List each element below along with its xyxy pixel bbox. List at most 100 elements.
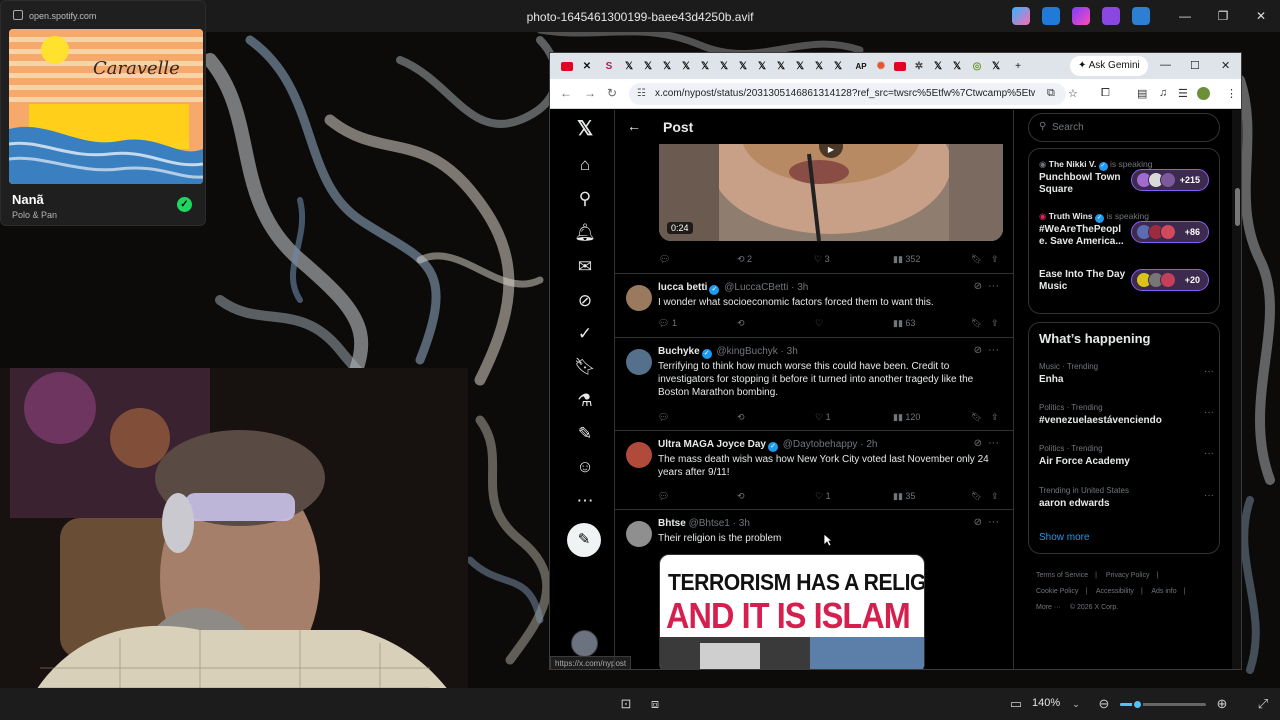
tab-x-12[interactable]: 𝕏: [829, 57, 847, 75]
more-icon[interactable]: ···: [988, 344, 999, 356]
retweet-icon[interactable]: ⟲: [737, 412, 745, 423]
profile-avatar[interactable]: [1197, 87, 1210, 100]
site-settings-icon[interactable]: [13, 10, 23, 20]
trend-more-icon[interactable]: ···: [1204, 448, 1214, 459]
tab-youtube[interactable]: [558, 57, 576, 75]
share-icon[interactable]: ⇪: [991, 412, 999, 423]
views-button[interactable]: ▮▮ 63: [893, 318, 915, 329]
close-icon[interactable]: ✕: [1242, 0, 1280, 32]
tab-ap[interactable]: AP: [852, 57, 870, 75]
tab-x-4[interactable]: 𝕏: [677, 57, 695, 75]
home-icon[interactable]: ⌂: [574, 154, 596, 176]
tweet-time[interactable]: · 3h: [791, 282, 808, 293]
url-text[interactable]: x.com/nypost/status/2031305146861314128?…: [655, 88, 1035, 99]
designer-icon[interactable]: [1102, 7, 1120, 25]
zoom-in-icon[interactable]: ⊕: [1215, 697, 1229, 711]
crop-icon[interactable]: ⧈: [648, 697, 662, 711]
author-handle[interactable]: @Daytobehappy: [783, 439, 858, 450]
tab-close-icon[interactable]: ✕: [578, 57, 596, 75]
like-button[interactable]: ♡ 3: [814, 254, 830, 265]
reply-tweet[interactable]: Buchyke ✓ @kingBuchyk · 3h ⊘ ··· Terrifyi…: [615, 337, 1013, 430]
zoom-slider-knob[interactable]: [1132, 699, 1143, 710]
retweet-icon[interactable]: ⟲: [737, 491, 745, 502]
bookmark-icon[interactable]: 🔖︎: [971, 318, 982, 329]
author-handle[interactable]: @Bhtse1: [689, 518, 730, 529]
footer-link[interactable]: More ···: [1036, 604, 1061, 611]
grok-icon[interactable]: ⊘: [974, 438, 982, 449]
avatar[interactable]: [626, 349, 652, 375]
zoom-dropdown-icon[interactable]: ⌄: [1069, 697, 1083, 711]
song-artist[interactable]: Polo & Pan: [12, 210, 57, 220]
queue-icon[interactable]: ☰: [1178, 87, 1188, 100]
reply-tweet[interactable]: Ultra MAGA Joyce Day ✓ @Daytobehappy · 2h…: [615, 430, 1013, 509]
more-icon[interactable]: ···: [988, 280, 999, 292]
bookmark-icon[interactable]: 🔖︎: [971, 412, 982, 423]
grok-icon[interactable]: ⊘: [974, 281, 982, 292]
x-logo-icon[interactable]: 𝕏: [574, 118, 596, 140]
clipchamp-icon[interactable]: [1072, 7, 1090, 25]
tab-x-14[interactable]: 𝕏: [948, 57, 966, 75]
trend-more-icon[interactable]: ···: [1204, 366, 1214, 377]
retweet-icon[interactable]: ⟲: [737, 318, 745, 329]
author-name[interactable]: Bhtse: [658, 518, 686, 529]
share-icon[interactable]: ⇪: [991, 318, 999, 329]
author-name[interactable]: lucca betti: [658, 282, 707, 293]
footer-link[interactable]: Accessibility: [1096, 588, 1134, 595]
author-handle[interactable]: @LuccaCBetti: [724, 282, 788, 293]
tab-x-3[interactable]: 𝕏: [658, 57, 676, 75]
compose-post-button[interactable]: ✎: [567, 523, 601, 557]
page-scrollbar[interactable]: [1232, 110, 1241, 669]
bookmark-icon[interactable]: 🔖︎: [971, 254, 982, 265]
grok-icon[interactable]: ⊘: [974, 517, 982, 528]
browser-menu-icon[interactable]: ⋮: [1226, 87, 1237, 100]
browser-close-icon[interactable]: ✕: [1221, 59, 1230, 72]
tab-s[interactable]: S: [600, 57, 618, 75]
tab-gear[interactable]: ✲: [910, 57, 928, 75]
trend-more-icon[interactable]: ···: [1204, 490, 1214, 501]
tab-x-7[interactable]: 𝕏: [734, 57, 752, 75]
reply-icon[interactable]: 💬︎: [658, 412, 669, 423]
video-player[interactable]: ▶ 0:24: [659, 144, 1003, 241]
lab-flask-icon[interactable]: ⚗: [574, 390, 596, 412]
notifications-bell-icon[interactable]: 🔔︎: [574, 222, 596, 244]
extensions-icon[interactable]: ⧠: [1101, 87, 1110, 100]
install-icon[interactable]: ⧉: [1047, 87, 1055, 100]
song-title[interactable]: Nanã: [12, 192, 44, 207]
grok-icon[interactable]: ⊘: [574, 290, 596, 312]
tab-x-2[interactable]: 𝕏: [639, 57, 657, 75]
explore-search-icon[interactable]: ⚲: [574, 188, 596, 210]
reload-icon[interactable]: ↻: [607, 86, 617, 100]
views-button[interactable]: ▮▮ 35: [893, 491, 915, 502]
author-name[interactable]: Buchyke: [658, 346, 700, 357]
trend-item[interactable]: Trending in United States aaron edwards …: [1039, 486, 1214, 509]
more-circle-icon[interactable]: ⋯: [574, 490, 596, 512]
tab-x-15[interactable]: 𝕏: [987, 57, 1005, 75]
profile-person-icon[interactable]: ☺: [574, 456, 596, 478]
sidepanel-icon[interactable]: ▤: [1137, 87, 1147, 100]
minimize-icon[interactable]: —: [1166, 0, 1204, 32]
more-icon[interactable]: ···: [988, 516, 999, 528]
fullscreen-icon[interactable]: ⤢: [1256, 697, 1270, 711]
author-name[interactable]: Ultra MAGA Joyce Day: [658, 439, 766, 450]
tab-x-8[interactable]: 𝕏: [753, 57, 771, 75]
tab-x-13[interactable]: 𝕏: [929, 57, 947, 75]
browser-maximize-icon[interactable]: ☐: [1190, 59, 1200, 72]
maximize-icon[interactable]: ❐: [1204, 0, 1242, 32]
browser-minimize-icon[interactable]: —: [1160, 59, 1171, 71]
space-listeners-pill[interactable]: +86: [1131, 221, 1209, 243]
tweet-time[interactable]: · 3h: [733, 518, 750, 529]
verified-badge-icon[interactable]: ✓: [574, 323, 596, 345]
like-button[interactable]: ♡ 1: [815, 491, 831, 502]
back-arrow-icon[interactable]: ←: [627, 118, 641, 134]
tweet-image[interactable]: TERRORISM HAS A RELIGION AND IT IS ISLAM: [659, 554, 925, 669]
trend-item[interactable]: Music · Trending Enha ···: [1039, 362, 1214, 385]
space-listeners-pill[interactable]: +215: [1131, 169, 1209, 191]
avatar[interactable]: [626, 521, 652, 547]
tab-x-9[interactable]: 𝕏: [772, 57, 790, 75]
site-info-icon[interactable]: ☷: [637, 88, 646, 99]
tab-nbc[interactable]: ✺: [872, 57, 890, 75]
footer-link[interactable]: Privacy Policy: [1106, 572, 1150, 579]
scrollbar-thumb[interactable]: [1235, 188, 1240, 226]
forward-arrow-icon[interactable]: →: [584, 86, 596, 100]
reply-icon[interactable]: 💬︎: [659, 254, 670, 265]
